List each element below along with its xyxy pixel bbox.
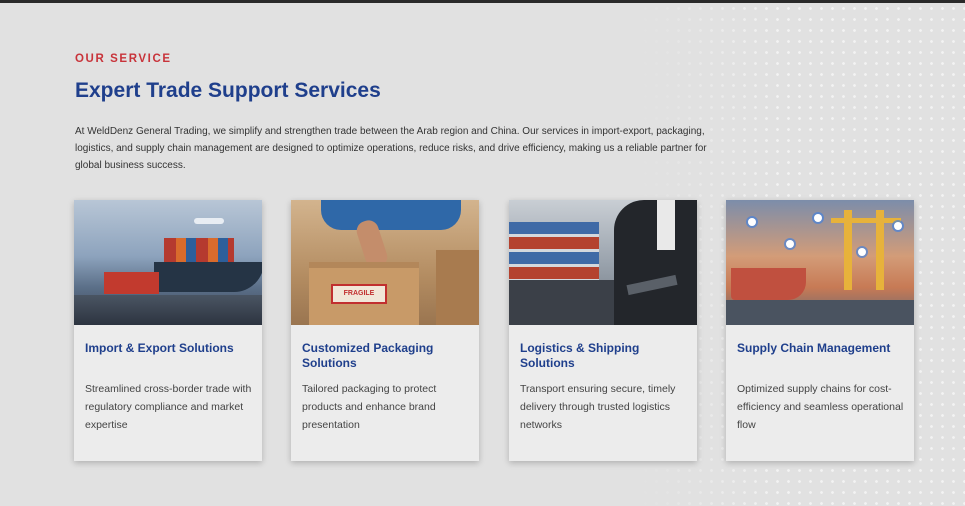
cargo-ship-shape xyxy=(154,262,262,292)
services-section: OUR SERVICE Expert Trade Support Service… xyxy=(0,3,965,506)
service-card-supply-chain[interactable]: Supply Chain Management Optimized supply… xyxy=(726,200,914,461)
section-description: At WeldDenz General Trading, we simplify… xyxy=(75,126,707,171)
card-description: Transport ensuring secure, timely delive… xyxy=(520,383,676,431)
crane-beam-shape xyxy=(831,218,901,223)
road-shape xyxy=(74,295,262,325)
service-card-import-export[interactable]: Import & Export Solutions Streamlined cr… xyxy=(74,200,262,461)
card-description: Streamlined cross-border trade with regu… xyxy=(85,383,252,431)
worker-shirt-shape xyxy=(321,200,461,230)
network-node-icon xyxy=(748,218,756,226)
port-businessman-image xyxy=(509,200,697,325)
service-card-logistics[interactable]: Logistics & Shipping Solutions Transport… xyxy=(509,200,697,461)
section-title: Expert Trade Support Services xyxy=(75,79,381,102)
network-node-icon xyxy=(858,248,866,256)
network-node-icon xyxy=(786,240,794,248)
network-node-icon xyxy=(814,214,822,222)
businessman-shirt-shape xyxy=(657,200,675,250)
ground-shape xyxy=(726,300,914,325)
card-description: Optimized supply chains for cost-efficie… xyxy=(737,383,904,431)
network-node-icon xyxy=(894,222,902,230)
card-title[interactable]: Supply Chain Management xyxy=(737,341,905,356)
section-eyebrow: OUR SERVICE xyxy=(75,53,172,65)
container-stack-shape xyxy=(164,238,234,262)
airplane-shape xyxy=(194,218,224,224)
fragile-label: FRAGILE xyxy=(331,284,387,304)
service-card-packaging[interactable]: FRAGILE Customized Packaging Solutions T… xyxy=(291,200,479,461)
ships-and-trucks-image xyxy=(74,200,262,325)
port-cranes-network-image xyxy=(726,200,914,325)
ship-hull-shape xyxy=(509,280,619,325)
card-title[interactable]: Import & Export Solutions xyxy=(85,341,253,356)
background-box-shape xyxy=(436,250,479,325)
container-ship-shape xyxy=(509,222,599,282)
truck-shape xyxy=(104,272,159,294)
businessman-suit-shape xyxy=(614,200,697,325)
packaging-box-image: FRAGILE xyxy=(291,200,479,325)
card-description: Tailored packaging to protect products a… xyxy=(302,383,437,431)
card-title[interactable]: Logistics & Shipping Solutions xyxy=(520,341,688,371)
cargo-ship-shape xyxy=(731,268,806,300)
card-title[interactable]: Customized Packaging Solutions xyxy=(302,341,470,371)
